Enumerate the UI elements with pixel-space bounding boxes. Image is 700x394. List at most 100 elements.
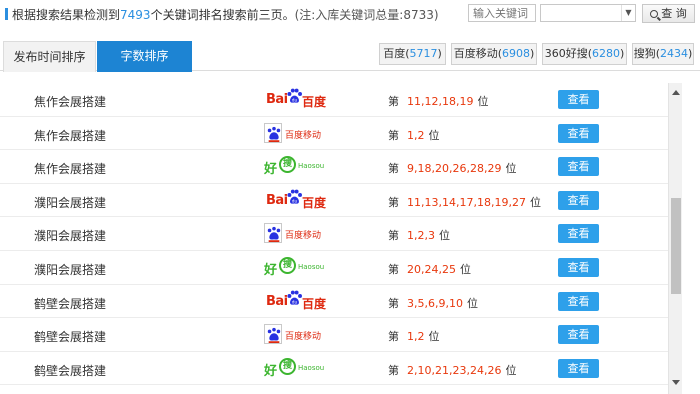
- view-button[interactable]: 查看: [558, 291, 599, 311]
- query-button[interactable]: 查 询: [642, 4, 695, 23]
- chevron-down-icon[interactable]: ▼: [621, 5, 635, 21]
- rank-suffix: 位: [459, 263, 471, 276]
- rank-positions: 2,10,21,23,24,26: [407, 363, 502, 377]
- bear-icon: [267, 126, 281, 142]
- rank-prefix: 第: [388, 229, 399, 243]
- baidu-logo-text-cn: 百度: [302, 95, 327, 109]
- svg-text:du: du: [292, 98, 298, 104]
- rank-cell: 第 1,2 位: [388, 328, 440, 344]
- rank-suffix: 位: [477, 95, 489, 108]
- haosou-logo-en: Haosou: [298, 263, 325, 271]
- table-row: 濮阳会展搭建 Bai du 百度 第 11,13,14,17,18,19,27 位 查看: [0, 184, 668, 218]
- rank-cell: 第 11,13,14,17,18,19,27 位: [388, 194, 541, 210]
- summary-note: (注:入库关键词总量:8733): [294, 8, 439, 22]
- svg-text:du: du: [292, 299, 298, 305]
- rank-cell: 第 2,10,21,23,24,26 位: [388, 362, 516, 378]
- rank-suffix: 位: [439, 229, 450, 243]
- paw-icon: du: [287, 290, 302, 305]
- table-row: 鹤壁会展搭建 百度移动 第 1,2 位 查看: [0, 318, 668, 352]
- haosou-logo-en: Haosou: [298, 162, 325, 171]
- search-icon: [650, 10, 659, 18]
- keyword-cell: 鹤壁会展搭建: [34, 296, 107, 311]
- haosou-circle-icon: 搜: [279, 156, 296, 174]
- baidu-logo-icon: Bai du 百度: [264, 88, 334, 111]
- engine-filter-sogou[interactable]: 搜狗(2434): [632, 43, 694, 65]
- engine-filter-baidu[interactable]: 百度(5717): [379, 43, 446, 65]
- engine-filter-360[interactable]: 360好搜(6280): [542, 43, 627, 65]
- view-button[interactable]: 查看: [558, 157, 599, 177]
- app-tile-icon: [264, 122, 282, 143]
- rank-suffix: 位: [466, 296, 478, 310]
- rank-suffix: 位: [529, 195, 541, 209]
- rank-prefix: 第: [388, 95, 399, 108]
- scroll-thumb[interactable]: [671, 198, 681, 294]
- table-row: 焦作会展搭建 Bai du 百度 第 11,12,18,19 位 查看: [0, 83, 668, 117]
- rank-suffix: 位: [428, 128, 440, 142]
- rank-cell: 第 11,12,18,19 位: [388, 93, 488, 109]
- tab-publish-time[interactable]: 发布时间排序: [3, 41, 96, 72]
- haosou-logo-text: 好: [264, 162, 278, 178]
- rank-suffix: 位: [505, 162, 517, 176]
- keyword-cell: 焦作会展搭建: [34, 95, 107, 109]
- keyword-cell: 濮阳会展搭建: [34, 263, 107, 277]
- table-row: 鹤壁会展搭建 Bai du 百度 第 3,5,6,9,10 位 查看: [0, 285, 668, 319]
- keyword-cell: 焦作会展搭建: [34, 128, 107, 143]
- rank-positions: 11,13,14,17,18,19,27: [407, 195, 526, 209]
- view-button[interactable]: 查看: [558, 90, 599, 109]
- table-row: 濮阳会展搭建 百度移动 第 1,2,3 位 查看: [0, 217, 668, 251]
- list-scrollbar[interactable]: [668, 83, 682, 394]
- table-row: 鹤壁会展搭建 好搜 Haosou 第 2,10,21,23,24,26 位 查看: [0, 352, 668, 386]
- view-button[interactable]: 查看: [558, 190, 599, 210]
- rank-positions: 1,2: [407, 330, 425, 344]
- baidu-logo-text-cn: 百度: [302, 296, 327, 311]
- baidu-mobile-logo-icon: 百度移动: [264, 122, 334, 145]
- engine-select[interactable]: ▼: [540, 4, 636, 22]
- haosou-logo-icon: 好搜 Haosou: [264, 156, 334, 178]
- ranking-list: 焦作会展搭建 Bai du 百度第 11,12,18,19 位查看 焦作会展搭建 百度移动第 1…: [0, 83, 668, 394]
- scroll-up-icon[interactable]: [672, 90, 680, 95]
- keyword-cell: 濮阳会展搭建: [34, 195, 107, 210]
- haosou-circle-icon: 搜: [279, 257, 296, 274]
- rank-cell: 第 1,2 位: [388, 127, 440, 143]
- view-button[interactable]: 查看: [558, 358, 599, 378]
- baidu-logo-icon: Bai du 百度: [264, 189, 334, 212]
- rank-cell: 第 3,5,6,9,10 位: [388, 295, 478, 311]
- app-tile-icon: [264, 223, 282, 244]
- haosou-logo-text: 好: [264, 263, 278, 278]
- rank-positions: 3,5,6,9,10: [407, 296, 463, 310]
- keyword-cell: 濮阳会展搭建: [34, 229, 107, 244]
- rank-prefix: 第: [388, 263, 399, 276]
- rank-cell: 第 9,18,20,26,28,29 位: [388, 160, 516, 176]
- bear-icon: [267, 328, 281, 344]
- rank-positions: 11,12,18,19: [407, 95, 474, 108]
- keyword-count: 7493: [120, 8, 151, 22]
- view-button[interactable]: 查看: [558, 325, 599, 345]
- view-button[interactable]: 查看: [558, 258, 599, 277]
- view-button[interactable]: 查看: [558, 123, 599, 143]
- table-row: 焦作会展搭建 百度移动 第 1,2 位 查看: [0, 117, 668, 151]
- keyword-search-input[interactable]: [468, 4, 536, 22]
- view-button[interactable]: 查看: [558, 224, 599, 244]
- rank-prefix: 第: [388, 363, 399, 377]
- table-row: 濮阳会展搭建 好搜 Haosou 第 20,24,25 位 查看: [0, 251, 668, 285]
- keyword-cell: 鹤壁会展搭建: [34, 330, 107, 345]
- rank-suffix: 位: [505, 363, 517, 377]
- summary-text: 根据搜索结果检测到7493个关键词排名搜索前三页。(注:入库关键词总量:8733…: [12, 8, 439, 22]
- rank-positions: 1,2: [407, 128, 425, 142]
- rank-positions: 9,18,20,26,28,29: [407, 162, 502, 176]
- rank-prefix: 第: [388, 162, 399, 176]
- app-tile-icon: [264, 324, 282, 345]
- summary-bar: 根据搜索结果检测到7493个关键词排名搜索前三页。(注:入库关键词总量:8733…: [0, 0, 700, 28]
- rank-prefix: 第: [388, 296, 399, 310]
- haosou-logo-text: 好: [264, 363, 278, 379]
- scroll-down-icon[interactable]: [672, 380, 680, 385]
- engine-filter-baidu-mobile[interactable]: 百度移动(6908): [451, 43, 537, 65]
- rank-suffix: 位: [428, 330, 440, 344]
- keyword-cell: 焦作会展搭建: [34, 162, 107, 177]
- rank-positions: 20,24,25: [407, 263, 456, 276]
- table-row: 焦作会展搭建 好搜 Haosou 第 9,18,20,26,28,29 位 查看: [0, 150, 668, 184]
- baidu-mobile-logo-text: 百度移动: [285, 130, 322, 141]
- baidu-logo-text: Bai: [266, 293, 288, 309]
- tab-word-count[interactable]: 字数排序: [97, 41, 192, 72]
- haosou-logo-icon: 好搜 Haosou: [264, 257, 334, 279]
